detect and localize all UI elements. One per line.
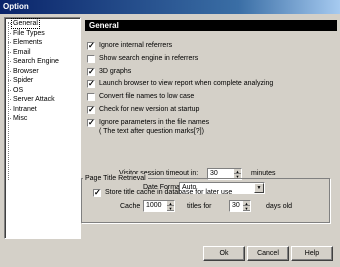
tree-item[interactable]: File Types (12, 29, 46, 38)
option-label: Check for new version at startup (99, 106, 200, 113)
spin-down-icon[interactable]: ▼ (167, 206, 174, 211)
tree-tick (8, 23, 11, 24)
option-row[interactable]: ✓ Ignore parameters in the file names( Th… (85, 118, 330, 135)
tree-tick (8, 32, 11, 34)
tree-connector (8, 22, 9, 180)
option-checkbox[interactable]: ✓ (87, 42, 95, 50)
tree-item[interactable]: Misc (12, 114, 28, 123)
page-title-group-label: Page Title Retrieval (83, 174, 148, 183)
option-label: Convert file names to low case (99, 93, 195, 100)
option-row[interactable]: ✓ 3D graphs (85, 67, 330, 77)
tree-item[interactable]: Search Engine (12, 57, 60, 66)
option-row[interactable]: ✓ Launch browser to view report when comp… (85, 79, 330, 89)
option-label: 3D graphs (99, 68, 132, 75)
option-checkbox[interactable]: ✓ (87, 68, 95, 76)
option-label: Ignore internal referrers (99, 42, 173, 49)
panel-header: General (85, 20, 337, 31)
option-label: Show search engine in referrers (99, 55, 199, 62)
tree-tick (8, 118, 11, 119)
option-sublabel: ( The text after question marks[?]) (99, 128, 204, 135)
cache-spin-buttons[interactable]: ▲ ▼ (167, 201, 174, 211)
option-checkbox[interactable]: ✓ (87, 119, 95, 127)
option-row[interactable]: ✓ Ignore internal referrers (85, 41, 330, 51)
timeout-value: 30 (210, 170, 218, 177)
store-title-cache-option[interactable]: ✓ Store title cache in database for late… (91, 188, 321, 198)
cache-label: Cache (120, 203, 141, 210)
days-old-label: days old (266, 203, 293, 210)
option-label: Launch browser to view report when compl… (99, 80, 274, 87)
cancel-button[interactable]: Cancel (247, 246, 289, 261)
option-row[interactable]: Show search engine in referrers (85, 54, 330, 64)
days-spin-buttons[interactable]: ▲ ▼ (243, 201, 250, 211)
ok-button[interactable]: Ok (203, 246, 245, 261)
tree-item[interactable]: Spider (12, 76, 34, 85)
option-checkbox[interactable] (87, 55, 95, 63)
tree-tick (8, 99, 11, 100)
tree-tick (8, 61, 11, 62)
option-window: Option General File Types Elements Email Sea… (0, 0, 340, 267)
spin-down-icon[interactable]: ▼ (243, 206, 250, 211)
category-tree[interactable]: General File Types Elements Email Search Eng… (4, 17, 81, 239)
tree-item[interactable]: Server Attack (12, 95, 56, 104)
tree-tick (8, 70, 11, 72)
tree-tick (8, 108, 11, 110)
titles-for-label: titles for (187, 203, 212, 210)
tree-item[interactable]: Email (12, 48, 32, 57)
option-row[interactable]: Convert file names to low case (85, 92, 330, 102)
tree-tick (8, 42, 11, 43)
store-title-cache-label: Store title cache in database for later … (105, 189, 233, 196)
page-title-group (81, 178, 330, 223)
tree-item[interactable]: Elements (12, 38, 43, 47)
option-checkbox[interactable]: ✓ (87, 106, 95, 114)
help-button[interactable]: Help (291, 246, 333, 261)
option-row[interactable]: ✓ Check for new version at startup (85, 105, 330, 115)
cache-spinner[interactable]: 1000 ▲ ▼ (143, 200, 175, 212)
days-value: 30 (232, 202, 240, 209)
store-title-cache-checkbox[interactable]: ✓ (93, 189, 101, 197)
days-spinner[interactable]: 30 ▲ ▼ (229, 200, 251, 212)
tree-tick (8, 51, 11, 53)
cache-value: 1000 (146, 202, 162, 209)
tree-item[interactable]: OS (12, 86, 24, 95)
tree-tick (8, 89, 11, 91)
tree-item[interactable]: Browser (12, 67, 40, 76)
window-title: Option (0, 0, 340, 14)
tree-tick (8, 80, 11, 81)
tree-item[interactable]: Intranet (12, 105, 38, 114)
option-checkbox[interactable]: ✓ (87, 80, 95, 88)
tree-item[interactable]: General (11, 18, 40, 29)
option-checkbox[interactable] (87, 93, 95, 101)
